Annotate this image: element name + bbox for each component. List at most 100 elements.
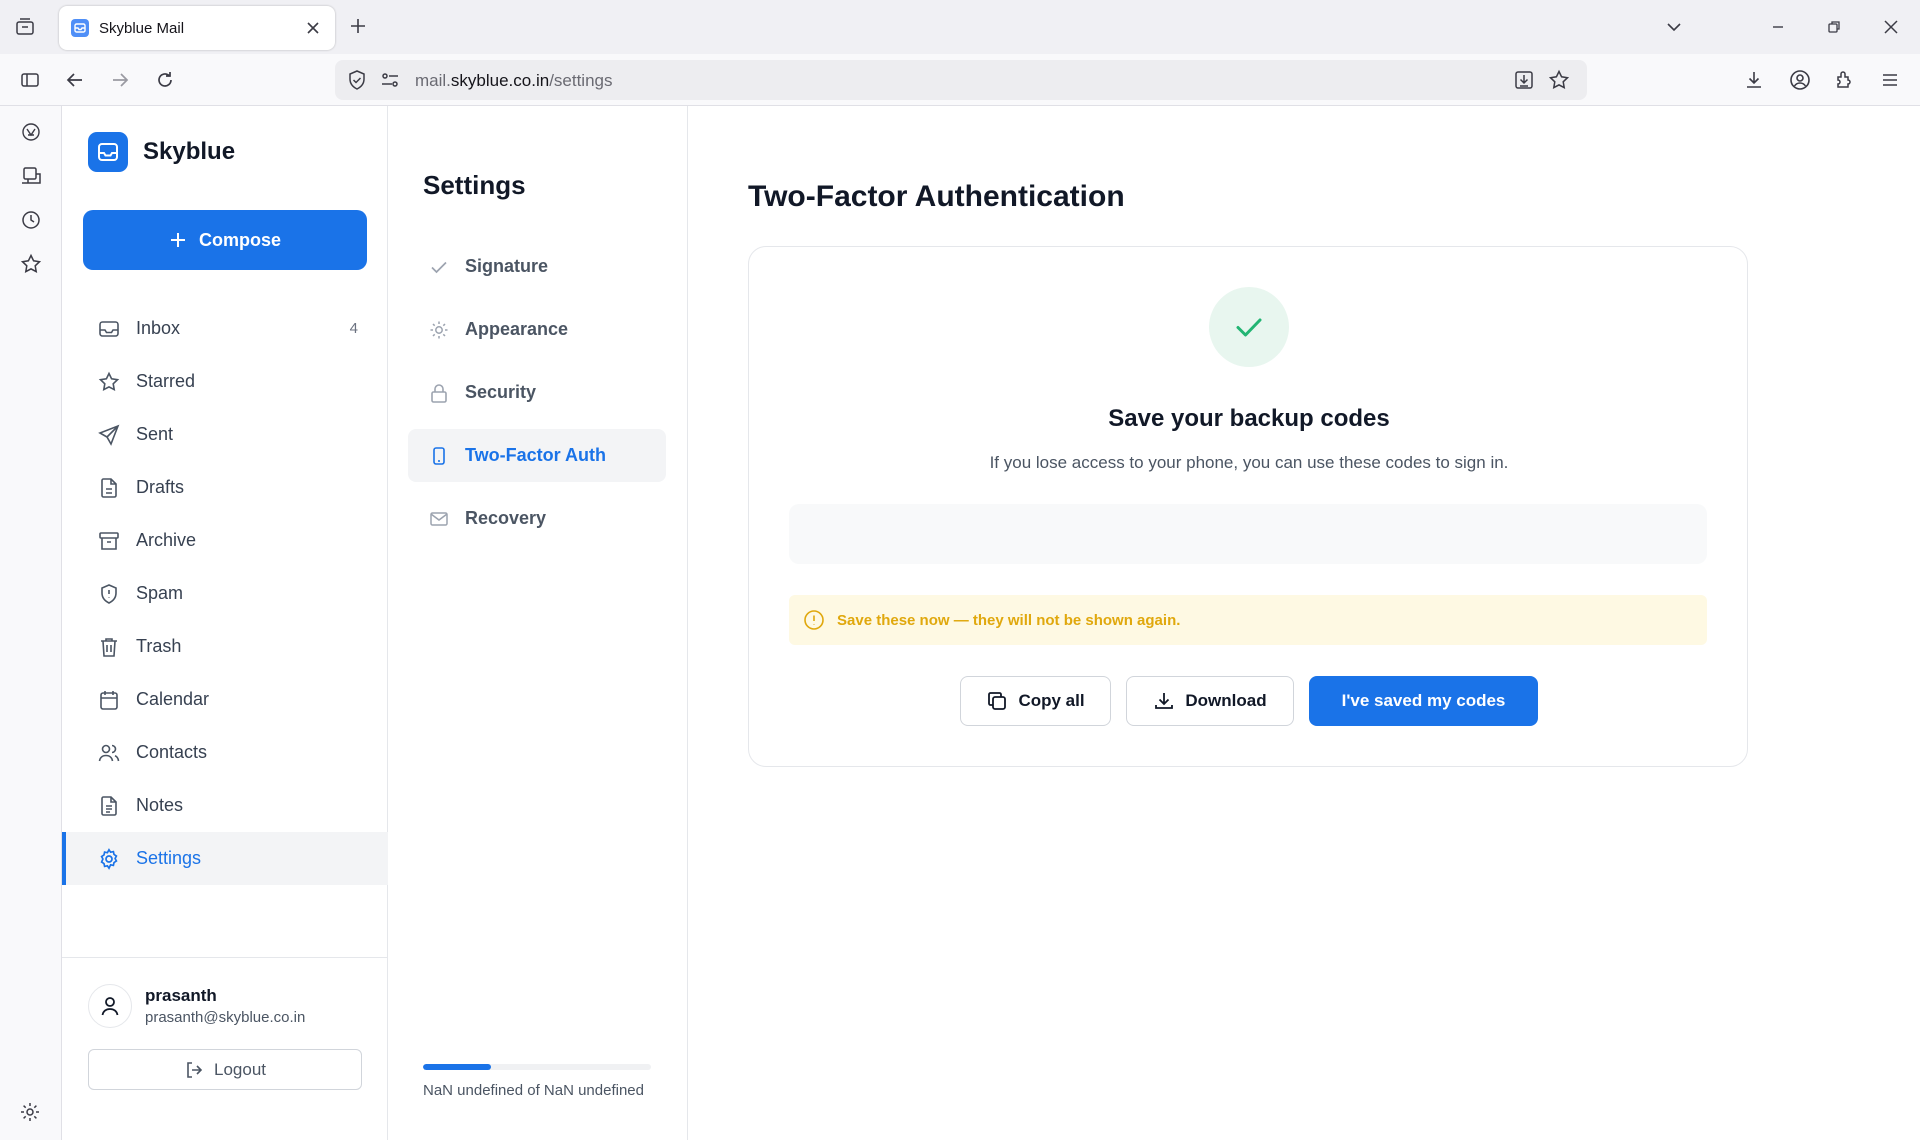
logout-label: Logout — [214, 1059, 266, 1079]
back-arrow-icon[interactable] — [63, 68, 87, 92]
card-subtitle: If you lose access to your phone, you ca… — [989, 453, 1509, 472]
app-sidebar: Skyblue Compose Inbox 4 Starred Sent Dra… — [62, 106, 388, 1140]
minimize-window-icon[interactable] — [1768, 17, 1788, 37]
download-icon — [1155, 693, 1174, 709]
skyblue-logo-icon — [88, 132, 128, 172]
backup-codes-box — [789, 504, 1707, 564]
shield-check-icon[interactable] — [346, 69, 368, 91]
shield-icon — [97, 582, 121, 606]
backup-codes-card: Save your backup codes If you lose acces… — [748, 246, 1748, 767]
notes-icon — [97, 794, 121, 818]
card-heading: Save your backup codes — [1108, 405, 1390, 432]
warning-circle-icon — [804, 610, 824, 630]
sun-icon — [428, 319, 450, 341]
logout-button[interactable]: Logout — [88, 1049, 362, 1090]
gear-icon — [97, 847, 121, 871]
saved-codes-label: I've saved my codes — [1341, 691, 1506, 710]
nav-item-notes[interactable]: Notes — [62, 779, 388, 832]
restore-window-icon[interactable] — [1824, 17, 1844, 37]
users-icon — [97, 741, 121, 765]
saved-codes-button[interactable]: I've saved my codes — [1309, 676, 1538, 726]
nav-label: Contacts — [136, 742, 208, 762]
url-prefix: mail. — [415, 71, 451, 90]
avatar[interactable] — [88, 984, 132, 1028]
url-text[interactable]: mail.skyblue.co.in/settings — [415, 71, 613, 91]
customize-sidebar-gear-icon[interactable] — [19, 1101, 41, 1123]
nav-label: Drafts — [136, 477, 185, 497]
nav-label: Sent — [136, 424, 174, 444]
account-icon[interactable] — [1788, 68, 1812, 92]
brand[interactable]: Skyblue — [88, 132, 235, 172]
lock-icon — [428, 382, 450, 404]
bookmarks-star-icon[interactable] — [19, 252, 43, 276]
nav-item-drafts[interactable]: Drafts — [62, 461, 388, 514]
settings-item-label: Appearance — [465, 319, 569, 339]
download-button[interactable]: Download — [1126, 676, 1294, 726]
settings-item-label: Signature — [465, 256, 549, 276]
compose-button[interactable]: Compose — [83, 210, 367, 270]
browser-tab[interactable]: Skyblue Mail — [59, 6, 335, 50]
card-actions: Copy all Download I've saved my codes — [749, 676, 1749, 726]
copy-all-label: Copy all — [1018, 691, 1085, 710]
close-window-icon[interactable] — [1881, 17, 1901, 37]
phone-icon — [428, 445, 450, 467]
tab-list-icon[interactable] — [13, 15, 37, 39]
nav-label: Calendar — [136, 689, 210, 709]
send-icon — [97, 423, 121, 447]
settings-nav-list: Signature Appearance Security Two-Factor… — [408, 240, 666, 555]
new-tab-plus-icon[interactable] — [348, 16, 368, 36]
storage-usage-text: NaN undefined of NaN undefined — [423, 1082, 644, 1099]
close-tab-icon[interactable] — [303, 18, 323, 38]
history-clock-icon[interactable] — [19, 208, 43, 232]
bookmark-star-icon[interactable] — [1548, 69, 1570, 91]
user-name: prasanth — [145, 986, 217, 1005]
nav-item-contacts[interactable]: Contacts — [62, 726, 388, 779]
storage-progress-bar — [423, 1064, 651, 1070]
nav-label: Starred — [136, 371, 196, 391]
save-to-device-icon[interactable] — [1513, 69, 1535, 91]
settings-item-label: Security — [465, 382, 537, 402]
mail-favicon-icon — [71, 19, 89, 37]
nav-item-calendar[interactable]: Calendar — [62, 673, 388, 726]
extensions-icon[interactable] — [1833, 68, 1857, 92]
sidebar-toggle-icon[interactable] — [18, 68, 42, 92]
nav-item-sent[interactable]: Sent — [62, 408, 388, 461]
success-check-icon — [1236, 318, 1262, 337]
settings-item-two-factor-auth[interactable]: Two-Factor Auth — [408, 429, 666, 482]
tab-title: Skyblue Mail — [99, 19, 185, 37]
success-check-badge — [1209, 287, 1289, 367]
reload-icon[interactable] — [153, 68, 177, 92]
synced-tabs-icon[interactable] — [19, 164, 43, 188]
user-icon — [101, 997, 119, 1016]
logout-icon — [187, 1061, 203, 1078]
ai-chatbot-icon[interactable] — [19, 120, 43, 144]
check-icon — [428, 256, 450, 278]
archive-icon — [97, 529, 121, 553]
nav-item-spam[interactable]: Spam — [62, 567, 388, 620]
warning-text: Save these now — they will not be shown … — [837, 611, 1181, 629]
tab-overflow-chevron-icon[interactable] — [1664, 17, 1684, 37]
page-title: Two-Factor Authentication — [748, 180, 1125, 213]
nav-item-archive[interactable]: Archive — [62, 514, 388, 567]
nav-label: Archive — [136, 530, 197, 550]
browser-tab-bar: Skyblue Mail — [0, 0, 1920, 54]
forward-arrow-icon[interactable] — [108, 68, 132, 92]
settings-item-signature[interactable]: Signature — [408, 240, 666, 293]
settings-item-recovery[interactable]: Recovery — [408, 492, 666, 545]
warning-banner: Save these now — they will not be shown … — [789, 595, 1707, 645]
nav-item-inbox[interactable]: Inbox 4 — [62, 302, 388, 355]
menu-hamburger-icon[interactable] — [1878, 68, 1902, 92]
site-permissions-icon[interactable] — [380, 70, 400, 90]
nav-item-starred[interactable]: Starred — [62, 355, 388, 408]
compose-label: Compose — [198, 229, 281, 250]
settings-item-appearance[interactable]: Appearance — [408, 303, 666, 356]
file-icon — [97, 476, 121, 500]
nav-item-settings[interactable]: Settings — [62, 832, 388, 885]
nav-item-trash[interactable]: Trash — [62, 620, 388, 673]
settings-item-security[interactable]: Security — [408, 366, 666, 419]
address-bar[interactable]: mail.skyblue.co.in/settings — [335, 60, 1587, 100]
downloads-icon[interactable] — [1742, 68, 1766, 92]
copy-all-button[interactable]: Copy all — [960, 676, 1111, 726]
nav-label: Trash — [136, 636, 182, 656]
browser-nav-bar: mail.skyblue.co.in/settings — [0, 54, 1920, 106]
